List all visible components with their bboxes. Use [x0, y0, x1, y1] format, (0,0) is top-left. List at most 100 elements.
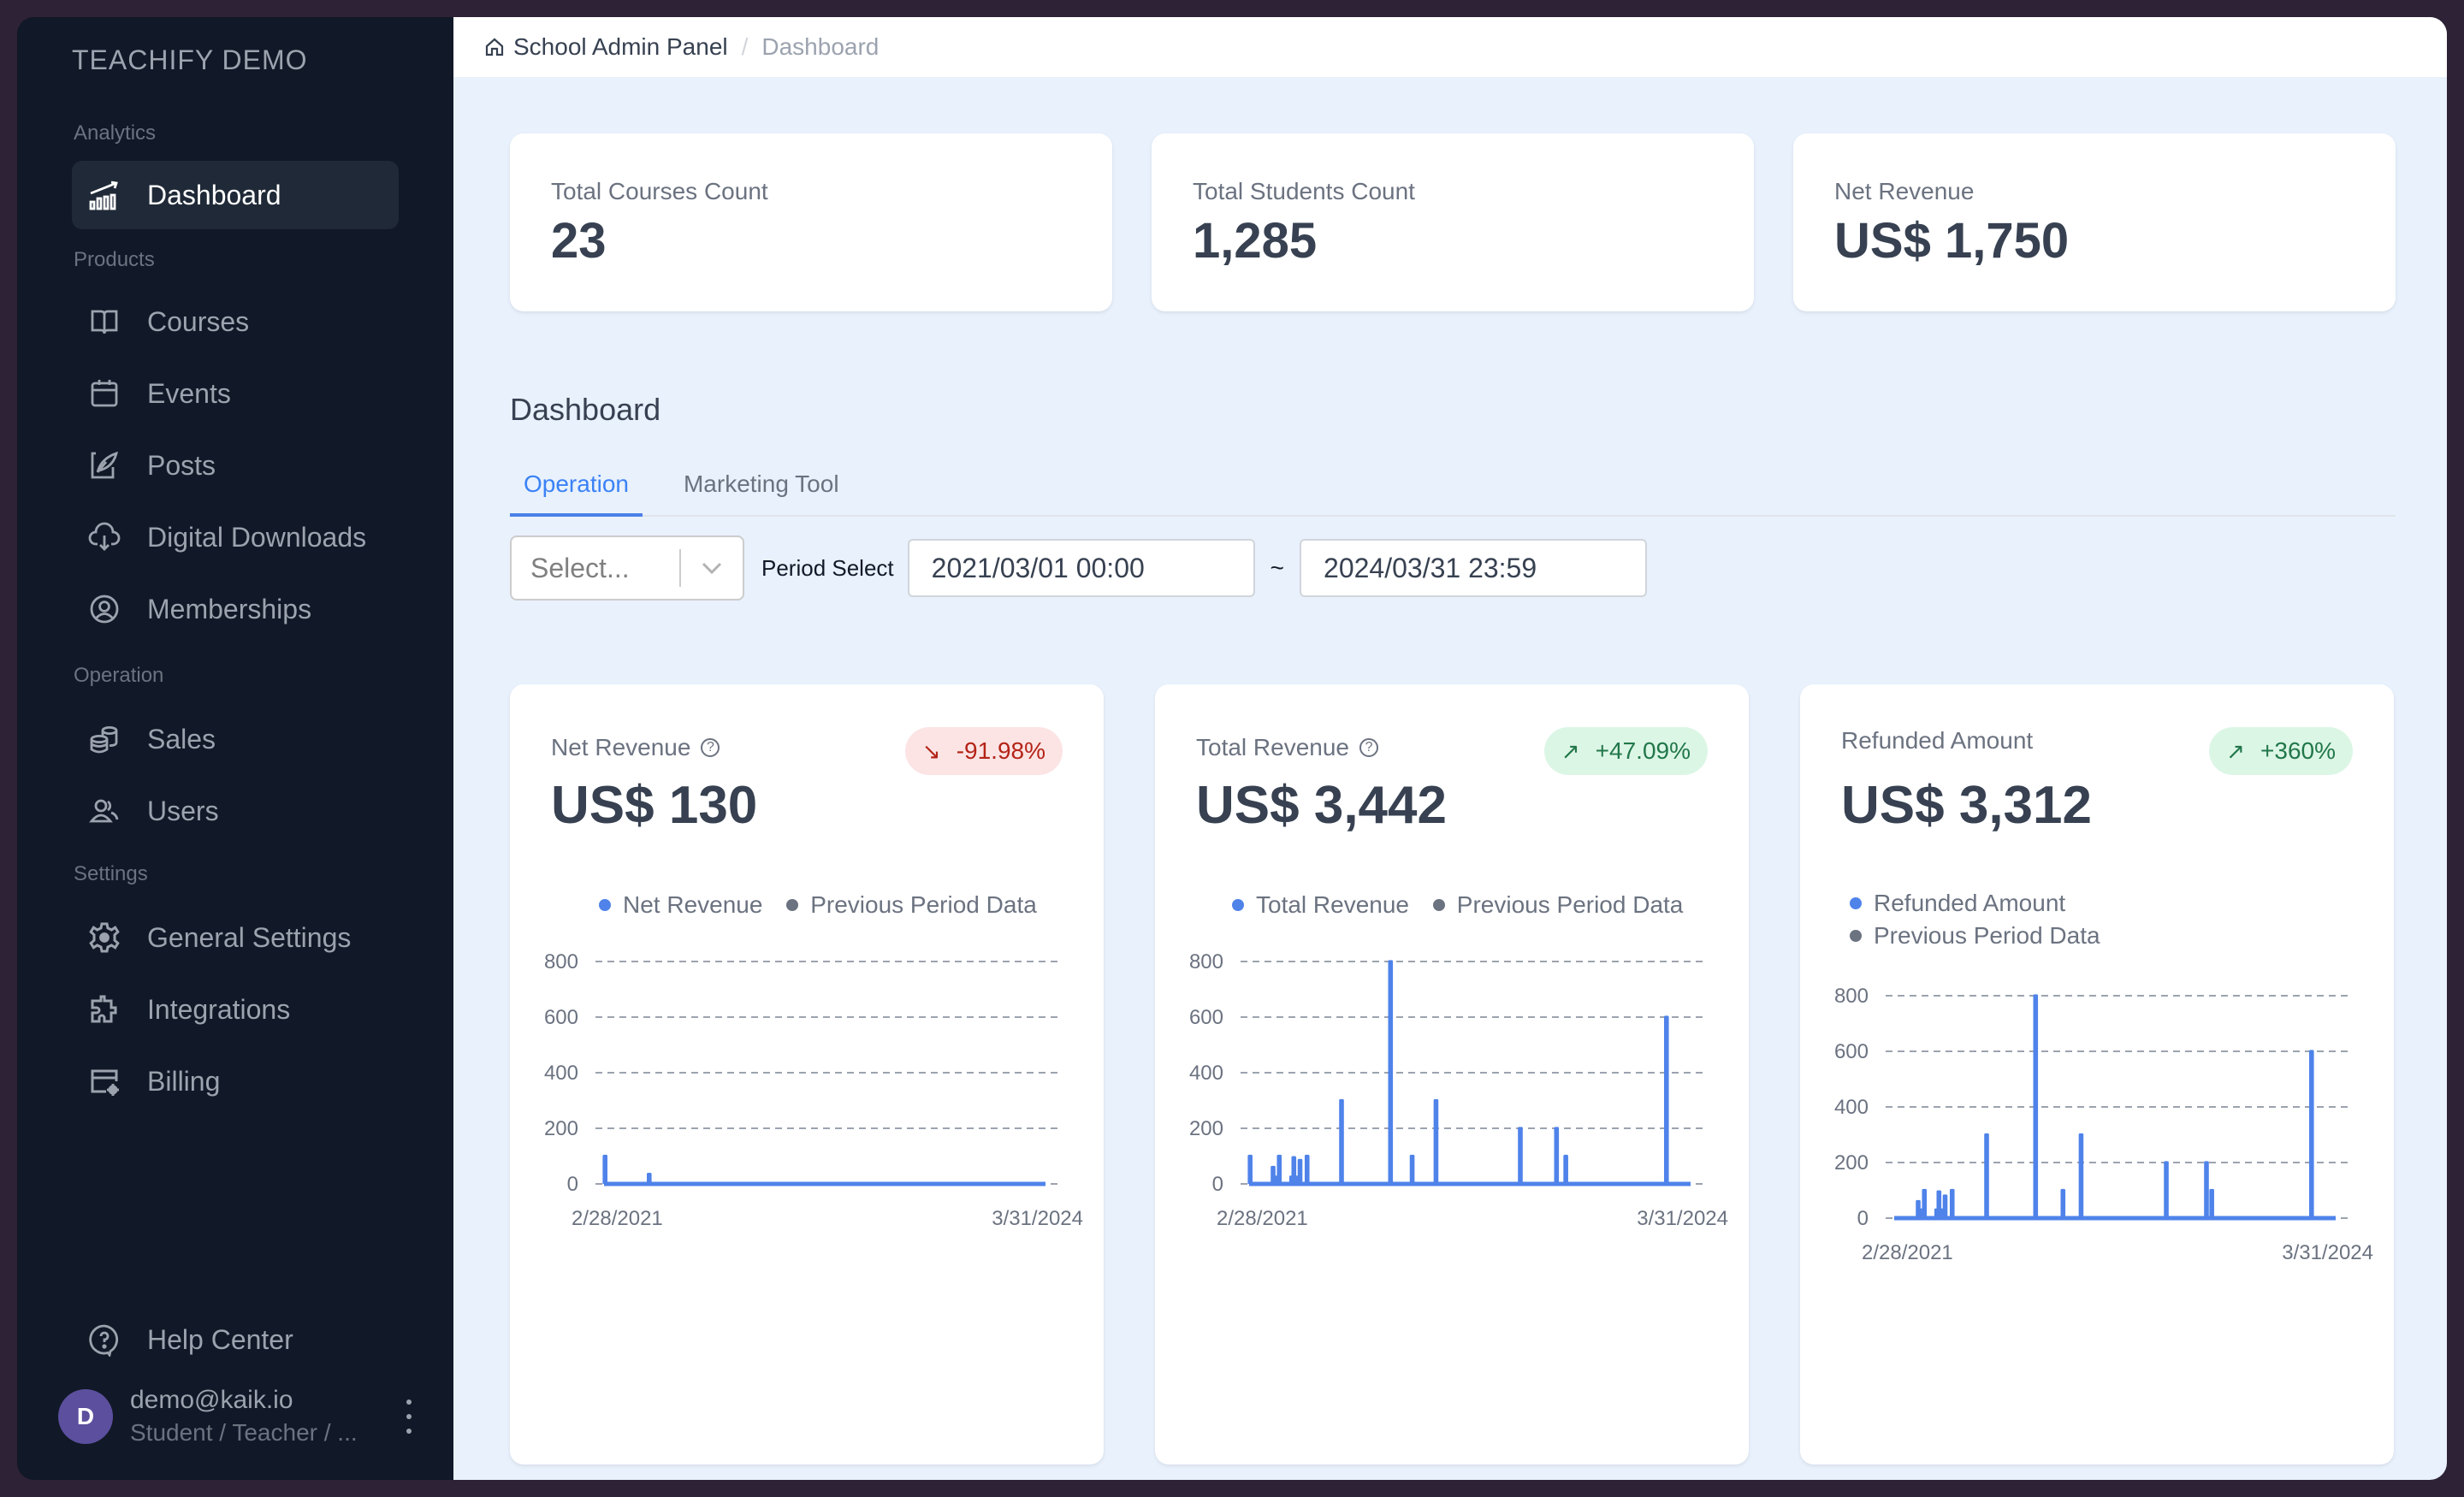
- metric-card-net-revenue: Net Revenue? ↘ -91.98% US$ 130 Net Revenu…: [510, 684, 1104, 1464]
- sidebar-item-label: Memberships: [147, 593, 312, 624]
- x-tick-label: 3/31/2024: [1637, 1207, 1728, 1230]
- card-title: Net Revenue: [551, 734, 691, 760]
- card-title: Total Revenue: [1196, 734, 1350, 760]
- sidebar-item-label: Dashboard: [147, 179, 281, 210]
- kpi-value: 23: [551, 213, 607, 269]
- y-tick-label: 200: [544, 1117, 578, 1140]
- card-value: US$ 3,442: [1196, 776, 1447, 835]
- card-title: Refunded Amount: [1841, 727, 2034, 754]
- y-tick-label: 600: [544, 1006, 578, 1029]
- sidebar-item-general-settings[interactable]: General Settings: [72, 903, 399, 972]
- sidebar-item-integrations[interactable]: Integrations: [72, 975, 399, 1044]
- sidebar-item-billing[interactable]: Billing: [72, 1047, 399, 1115]
- end-date-input[interactable]: 2024/03/31 23:59: [1300, 539, 1648, 597]
- legend-label: Previous Period Data: [1456, 891, 1684, 918]
- y-tick-label: 200: [1834, 1151, 1869, 1175]
- cloud-download-icon: [87, 520, 121, 554]
- y-tick-label: 600: [1189, 1006, 1223, 1029]
- legend-label: Total Revenue: [1256, 891, 1410, 918]
- y-tick-label: 400: [544, 1062, 578, 1085]
- change-badge: ↗ +47.09%: [1543, 727, 1708, 775]
- select-placeholder: Select...: [530, 552, 630, 583]
- start-date-input[interactable]: 2021/03/01 00:00: [907, 539, 1255, 597]
- filter-bar: Select... Period Select 2021/03/01 00:00…: [510, 535, 1648, 601]
- kpi-card-net-revenue: Net Revenue US$ 1,750: [1793, 133, 2396, 311]
- kpi-card-total-students: Total Students Count 1,285: [1152, 133, 1754, 311]
- sidebar-item-memberships[interactable]: Memberships: [72, 575, 399, 643]
- sidebar-item-help-center[interactable]: Help Center: [72, 1305, 399, 1374]
- help-icon[interactable]: ?: [701, 738, 720, 757]
- kpi-label: Total Students Count: [1193, 178, 1415, 204]
- section-label-operation: Operation: [74, 664, 164, 687]
- sidebar-item-label: Help Center: [147, 1323, 293, 1355]
- breadcrumb-home-label: School Admin Panel: [513, 33, 728, 60]
- x-tick-label: 3/31/2024: [992, 1207, 1083, 1230]
- user-profile[interactable]: D demo@kaik.io Student / Teacher / ...: [58, 1382, 418, 1451]
- legend-item-current[interactable]: Net Revenue: [599, 891, 762, 919]
- sidebar-item-label: Billing: [147, 1065, 221, 1097]
- x-tick-label: 2/28/2021: [1217, 1207, 1308, 1230]
- sidebar-item-events[interactable]: Events: [72, 359, 399, 428]
- card-value: US$ 130: [551, 776, 758, 835]
- legend-dot: [786, 899, 799, 911]
- legend-label: Previous Period Data: [810, 891, 1037, 918]
- breadcrumb-separator: /: [741, 33, 749, 60]
- kpi-label: Total Courses Count: [551, 178, 768, 204]
- tab-marketing-tool[interactable]: Marketing Tool: [670, 465, 853, 517]
- user-email: demo@kaik.io: [130, 1386, 293, 1414]
- calendar-icon: [87, 376, 121, 411]
- gear-icon: [87, 920, 121, 955]
- home-icon: [485, 38, 504, 56]
- sidebar: TEACHIFY DEMO Analytics Dashboard Produc…: [17, 17, 453, 1480]
- chart-legend: Total Revenue Previous Period Data: [1232, 890, 1700, 919]
- breadcrumb-home[interactable]: School Admin Panel: [484, 33, 728, 61]
- sidebar-item-label: Users: [147, 795, 219, 826]
- breadcrumb-current: Dashboard: [761, 33, 880, 60]
- page-title: Dashboard: [510, 392, 661, 427]
- kpi-card-total-courses: Total Courses Count 23: [510, 133, 1112, 311]
- quill-icon: [87, 448, 121, 482]
- y-tick-label: 400: [1189, 1062, 1223, 1085]
- sidebar-item-label: Sales: [147, 723, 216, 754]
- puzzle-icon: [87, 992, 121, 1027]
- brand-name: TEACHIFY DEMO: [72, 44, 308, 75]
- sidebar-item-label: Posts: [147, 449, 216, 481]
- help-icon[interactable]: ?: [1359, 738, 1379, 757]
- legend-item-previous[interactable]: Previous Period Data: [1850, 922, 2100, 950]
- more-vertical-icon[interactable]: [400, 1399, 418, 1434]
- metric-card-total-revenue: Total Revenue? ↗ +47.09% US$ 3,442 Total …: [1155, 684, 1749, 1464]
- x-tick-label: 2/28/2021: [572, 1207, 663, 1230]
- y-tick-label: 800: [544, 950, 578, 973]
- legend-label: Net Revenue: [623, 891, 763, 918]
- sidebar-item-users[interactable]: Users: [72, 777, 399, 845]
- refunded-amount-chart: 0 200 400 600 800 2/28/2021 3/31/2024: [1800, 979, 2394, 1280]
- y-tick-label: 0: [567, 1173, 578, 1196]
- date-range-separator: ~: [1270, 554, 1285, 581]
- y-tick-label: 800: [1189, 950, 1223, 973]
- chart-svg: 0 200 400 600 800 2/28/2021 3/31/2024: [544, 950, 1083, 1230]
- legend-item-current[interactable]: Refunded Amount: [1850, 890, 2100, 917]
- sidebar-item-digital-downloads[interactable]: Digital Downloads: [72, 503, 399, 571]
- section-label-analytics: Analytics: [74, 121, 157, 145]
- sidebar-item-posts[interactable]: Posts: [72, 431, 399, 500]
- legend-label: Refunded Amount: [1874, 890, 2066, 916]
- legend-item-previous[interactable]: Previous Period Data: [1432, 891, 1684, 919]
- sidebar-item-courses[interactable]: Courses: [72, 287, 399, 356]
- y-tick-label: 0: [1857, 1207, 1869, 1230]
- card-value: US$ 3,312: [1841, 776, 2092, 835]
- sidebar-item-dashboard[interactable]: Dashboard: [72, 161, 399, 229]
- app-window: TEACHIFY DEMO Analytics Dashboard Produc…: [17, 17, 2447, 1480]
- legend-item-previous[interactable]: Previous Period Data: [786, 891, 1037, 919]
- total-revenue-chart: 0 200 400 600 800 2/28/2021 3/31/2024: [1155, 944, 1749, 1246]
- y-tick-label: 200: [1189, 1117, 1223, 1140]
- card-settings-icon: [87, 1064, 121, 1098]
- chart-legend: Refunded Amount Previous Period Data: [1850, 890, 2118, 955]
- sidebar-item-sales[interactable]: Sales: [72, 705, 399, 773]
- chevron-down-icon: [681, 561, 743, 575]
- legend-item-current[interactable]: Total Revenue: [1232, 891, 1409, 919]
- tab-operation[interactable]: Operation: [510, 465, 643, 517]
- change-value: +360%: [2260, 737, 2336, 764]
- series-line: [602, 1154, 1045, 1186]
- chart-svg: 0 200 400 600 800 2/28/2021 3/31/2024: [1189, 950, 1728, 1230]
- type-select[interactable]: Select...: [510, 535, 744, 601]
